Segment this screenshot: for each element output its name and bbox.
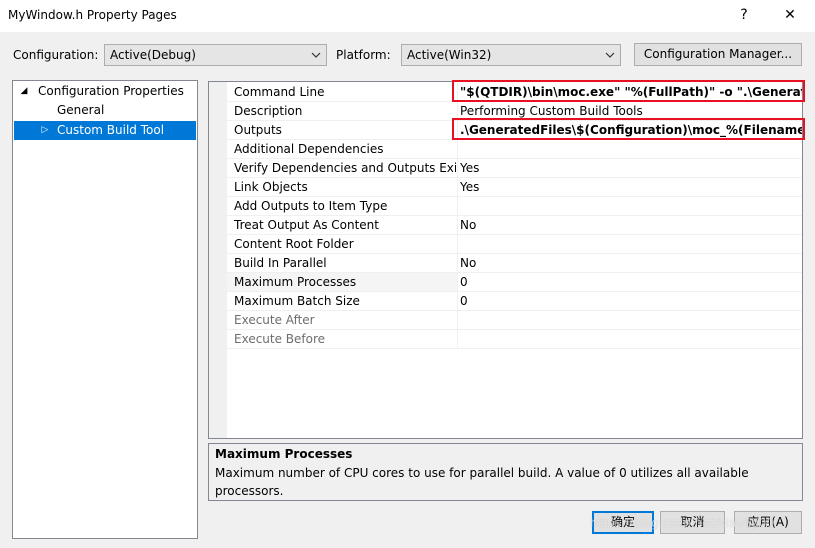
property-name: Additional Dependencies [234,142,384,156]
property-tree: ◢ Configuration Properties General ▷ Cus… [12,80,198,539]
platform-combo[interactable]: Active(Win32) [401,44,621,66]
help-button[interactable]: ? [729,4,759,26]
chevron-down-icon [605,52,615,58]
tree-item-configuration-properties[interactable]: ◢ Configuration Properties [14,82,196,101]
property-row[interactable]: Maximum Batch Size 0 [209,292,802,311]
description-text: Maximum number of CPU cores to use for p… [215,466,749,498]
property-value[interactable]: Yes [460,159,802,178]
property-name: Link Objects [234,180,308,194]
tree-item-label: Configuration Properties [38,84,184,98]
outputs-highlight-box [452,118,805,140]
property-name: Execute Before [234,332,326,346]
property-value[interactable]: 0 [460,273,802,292]
property-row[interactable]: Link Objects Yes [209,178,802,197]
property-name: Description [234,104,303,118]
property-value[interactable] [460,197,802,216]
expanded-triangle-icon[interactable]: ◢ [19,82,29,101]
property-name: Maximum Processes [234,275,357,289]
property-name: Treat Output As Content [234,218,379,232]
property-value[interactable] [460,311,802,330]
tree-item-label: Custom Build Tool [57,123,165,137]
property-row[interactable]: Treat Output As Content No [209,216,802,235]
watermark: https://blog.csdn.net/xiao6g00 [590,516,775,530]
property-row[interactable]: Verify Dependencies and Outputs Exis Yes [209,159,802,178]
configuration-combo-value: Active(Debug) [110,48,196,62]
chevron-down-icon [311,52,321,58]
command-line-highlight-box [452,80,805,102]
property-row[interactable]: Execute Before [209,330,802,349]
property-value[interactable]: No [460,254,802,273]
property-row[interactable]: Maximum Processes 0 [209,273,802,292]
collapsed-triangle-icon[interactable]: ▷ [40,121,50,140]
property-value[interactable] [460,140,802,159]
configuration-combo[interactable]: Active(Debug) [104,44,327,66]
close-button[interactable]: ✕ [775,4,805,26]
title-bar: MyWindow.h Property Pages ? ✕ [0,0,815,32]
property-row[interactable]: Add Outputs to Item Type [209,197,802,216]
configuration-manager-button[interactable]: Configuration Manager... [634,43,802,66]
description-panel: Maximum Processes Maximum number of CPU … [208,443,803,501]
property-name: Build In Parallel [234,256,327,270]
tree-item-custom-build-tool[interactable]: ▷ Custom Build Tool [14,121,196,140]
property-value[interactable] [460,235,802,254]
property-name: Add Outputs to Item Type [234,199,388,213]
property-row[interactable]: Content Root Folder [209,235,802,254]
property-name: Command Line [234,85,325,99]
tree-item-general[interactable]: General [14,101,196,120]
property-name: Execute After [234,313,315,327]
property-value[interactable] [460,330,802,349]
window-title: MyWindow.h Property Pages [8,8,177,22]
property-value[interactable]: 0 [460,292,802,311]
configuration-label: Configuration: [13,48,99,62]
property-value[interactable]: Yes [460,178,802,197]
platform-combo-value: Active(Win32) [407,48,492,62]
property-row[interactable]: Execute After [209,311,802,330]
property-name: Verify Dependencies and Outputs Exis [234,161,456,175]
property-name: Content Root Folder [234,237,354,251]
property-row[interactable]: Additional Dependencies [209,140,802,159]
property-name: Outputs [234,123,282,137]
platform-label: Platform: [336,48,391,62]
property-name: Maximum Batch Size [234,294,360,308]
description-title: Maximum Processes [215,447,353,461]
tree-item-label: General [57,103,105,117]
property-value[interactable]: No [460,216,802,235]
property-row[interactable]: Build In Parallel No [209,254,802,273]
